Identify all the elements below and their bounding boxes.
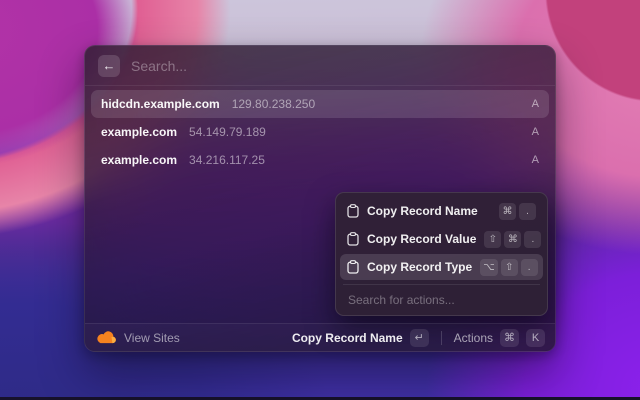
clipboard-icon (347, 260, 359, 274)
record-row-2[interactable]: example.com 54.149.79.189 A (91, 118, 549, 146)
search-input[interactable] (131, 58, 542, 74)
key-command: ⌘ (500, 329, 519, 347)
record-row-3[interactable]: example.com 34.216.117.25 A (91, 146, 549, 174)
key-period: . (521, 259, 538, 276)
key-period: . (524, 231, 541, 248)
action-item-copy-record-name[interactable]: Copy Record Name ⌘ . (340, 198, 543, 224)
record-row-1[interactable]: hidcdn.example.com 129.80.238.250 A (91, 90, 549, 118)
record-type-badge: A (532, 98, 539, 110)
record-value: 54.149.79.189 (189, 125, 520, 139)
launcher-window: ← hidcdn.example.com 129.80.238.250 A ex… (84, 45, 556, 352)
action-item-copy-record-type[interactable]: Copy Record Type ⌥ ⇧ . (340, 254, 543, 280)
record-value: 129.80.238.250 (232, 97, 520, 111)
action-label: Copy Record Value (367, 232, 476, 246)
status-bar-divider (441, 331, 442, 345)
record-type-badge: A (532, 126, 539, 138)
record-type-badge: A (532, 154, 539, 166)
primary-action-button[interactable]: Copy Record Name (292, 331, 403, 345)
actions-menu-button[interactable]: Actions (454, 331, 493, 345)
record-name: example.com (101, 125, 177, 139)
actions-popover: Copy Record Name ⌘ . Copy Record Value ⇧… (335, 192, 548, 316)
record-name: example.com (101, 153, 177, 167)
back-arrow-icon: ← (103, 58, 116, 73)
action-label: Copy Record Type (367, 260, 472, 274)
shortcut-keys: ⌘ . (499, 203, 536, 220)
clipboard-icon (347, 232, 359, 246)
status-bar-actions: Copy Record Name ↵ Actions ⌘ K (292, 329, 545, 347)
dns-record-list: hidcdn.example.com 129.80.238.250 A exam… (85, 86, 555, 174)
view-sites-label: View Sites (124, 331, 180, 345)
key-k: K (526, 329, 545, 347)
shortcut-keys: ⌥ ⇧ . (480, 259, 538, 276)
clipboard-icon (347, 204, 359, 218)
key-command: ⌘ (499, 203, 516, 220)
record-value: 34.216.117.25 (189, 153, 520, 167)
back-button[interactable]: ← (98, 55, 120, 77)
key-shift: ⇧ (484, 231, 501, 248)
return-key-icon: ↵ (410, 329, 429, 347)
cloudflare-icon (97, 331, 116, 344)
key-shift: ⇧ (501, 259, 518, 276)
key-command: ⌘ (504, 231, 521, 248)
record-name: hidcdn.example.com (101, 97, 220, 111)
status-bar: View Sites Copy Record Name ↵ Actions ⌘ … (85, 323, 555, 351)
action-item-copy-record-value[interactable]: Copy Record Value ⇧ ⌘ . (340, 226, 543, 252)
view-sites-button[interactable]: View Sites (97, 331, 292, 345)
key-option: ⌥ (480, 259, 498, 276)
shortcut-keys: ⇧ ⌘ . (484, 231, 541, 248)
search-header: ← (85, 46, 555, 86)
action-label: Copy Record Name (367, 204, 491, 218)
key-period: . (519, 203, 536, 220)
actions-search-input[interactable] (340, 285, 543, 315)
